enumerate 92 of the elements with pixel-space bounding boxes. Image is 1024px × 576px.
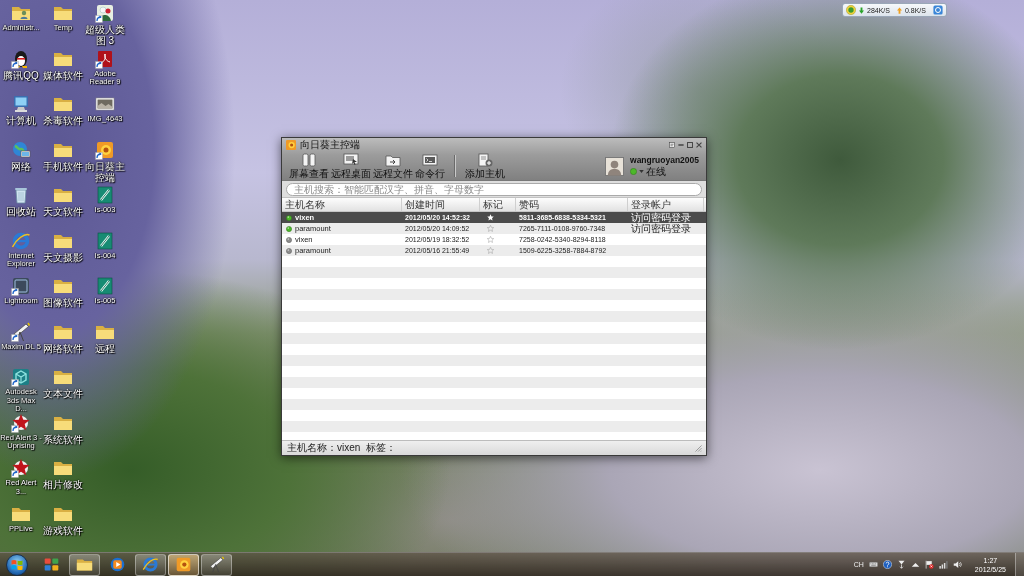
star-emblem-shortcut-icon[interactable] <box>11 458 31 478</box>
search-field[interactable]: 主机搜索：智能匹配汉字、拼音、字母数字 <box>286 182 702 196</box>
column-header[interactable]: 主机名称 <box>282 198 402 211</box>
folder-icon <box>76 556 93 573</box>
icon-label[interactable]: 网络软件 <box>43 342 83 354</box>
terminal-icon <box>422 153 438 167</box>
toolbar-button[interactable]: 添加主机 <box>464 153 506 179</box>
close-icon[interactable] <box>696 142 702 148</box>
icon-label[interactable]: 计算机 <box>6 115 36 126</box>
help-icon[interactable] <box>882 560 892 569</box>
cube-tile-shortcut-icon[interactable] <box>11 367 31 387</box>
ring-tile-icon[interactable] <box>933 5 943 15</box>
star-icon[interactable] <box>487 247 494 254</box>
icon-label[interactable]: 游戏软件 <box>43 524 83 536</box>
note-icon[interactable] <box>669 142 675 148</box>
toolbar-button[interactable]: 远程文件 <box>372 153 414 179</box>
keyboard-icon[interactable] <box>868 560 878 569</box>
upload-arrow-icon <box>896 6 902 14</box>
column-header[interactable]: 登录帐户 <box>628 198 704 211</box>
monitor-cursor-icon <box>343 153 359 167</box>
server-plus-icon <box>477 153 493 167</box>
taskbar-button[interactable] <box>168 553 199 576</box>
icon-label[interactable]: 远程 <box>95 342 115 354</box>
play-icon <box>109 556 126 573</box>
tiles-icon <box>43 556 60 573</box>
star-emblem-shortcut-icon[interactable] <box>11 412 31 433</box>
document-shortcut-icon[interactable] <box>95 48 115 69</box>
icon-label[interactable]: 超级人类图 3 <box>84 24 126 46</box>
icon-label[interactable]: 杀毒软件 <box>43 115 83 126</box>
icon-label[interactable]: 回收站 <box>6 206 36 217</box>
download-arrow-icon <box>859 6 864 14</box>
icon-label[interactable]: 相片修改 <box>43 479 83 490</box>
signal-bars-icon[interactable] <box>938 560 948 569</box>
username: wangruoyan2005 <box>630 155 699 166</box>
taskbar-button[interactable] <box>69 553 100 576</box>
toolbar-button[interactable]: 命令行 <box>414 153 446 179</box>
binoculars-icon <box>301 153 317 167</box>
icon-label[interactable]: 腾讯QQ <box>3 69 39 81</box>
star-icon[interactable] <box>487 214 494 221</box>
monitor-icon[interactable] <box>11 94 31 114</box>
photo-thumbnail-icon[interactable] <box>95 94 115 114</box>
pen-tile-icon[interactable] <box>95 230 115 251</box>
icon-label[interactable]: 向日葵主控端 <box>84 160 126 183</box>
minimize-icon[interactable] <box>678 142 684 148</box>
login-method: 访问密码登录 <box>630 223 692 234</box>
column-header[interactable]: 标记 <box>480 198 516 211</box>
taskbar-button[interactable] <box>201 553 232 576</box>
flag-icon[interactable] <box>924 560 934 569</box>
e-logo-icon <box>142 556 159 573</box>
pane-logo-icon <box>11 558 23 571</box>
speaker-icon[interactable] <box>952 560 962 569</box>
star-icon[interactable] <box>487 236 494 243</box>
pen-tile-icon[interactable] <box>95 185 115 205</box>
icon-label[interactable]: 天文软件 <box>43 206 83 217</box>
column-header[interactable]: 创建时间 <box>402 198 480 211</box>
globe-icon[interactable] <box>11 139 31 160</box>
caret-up-icon[interactable] <box>910 560 920 569</box>
folder-arrow-icon <box>385 153 401 167</box>
status-label[interactable]: 在线 <box>646 166 666 177</box>
sunflower-shortcut-icon[interactable] <box>95 139 115 160</box>
sunflower-icon <box>175 556 192 573</box>
maximize-icon[interactable] <box>687 142 693 148</box>
caret-down-icon[interactable] <box>639 170 644 173</box>
sunflower-icon <box>286 140 296 150</box>
resize-grip-icon[interactable] <box>695 444 702 452</box>
login-method: 访问密码登录 <box>630 212 692 223</box>
icon-label[interactable]: 文本文件 <box>43 388 83 399</box>
icon-label[interactable]: 媒体软件 <box>43 69 83 81</box>
funnel-icon[interactable] <box>896 560 906 569</box>
icon-label[interactable]: 系统软件 <box>43 433 83 445</box>
e-logo-icon[interactable] <box>11 230 31 251</box>
taskbar-button[interactable] <box>135 553 166 576</box>
icon-label[interactable]: 网络 <box>11 160 31 172</box>
icon-label[interactable]: 图像软件 <box>43 297 83 308</box>
round-logo-icon[interactable] <box>846 5 856 15</box>
toolbar-button[interactable]: 屏幕查看 <box>288 153 330 179</box>
window-title: 向日葵主控端 <box>300 139 360 151</box>
app-tile-shortcut-icon[interactable] <box>11 276 31 296</box>
start-button[interactable] <box>6 553 28 576</box>
status-text: 标签： <box>366 442 397 454</box>
flower-shortcut-icon[interactable] <box>95 3 115 23</box>
star-icon[interactable] <box>487 225 494 232</box>
telescope-shortcut-icon[interactable] <box>11 321 31 342</box>
toolbar-button[interactable]: 远程桌面 <box>330 153 372 179</box>
pen-tile-icon[interactable] <box>95 276 115 296</box>
show-desktop-button[interactable] <box>1015 553 1024 576</box>
telescope-icon <box>208 556 225 573</box>
status-text: 主机名称：vixen <box>287 442 361 454</box>
column-header[interactable]: 赞码 <box>516 198 628 211</box>
icon-label[interactable]: 天文摄影 <box>43 251 83 263</box>
icon-label[interactable]: 手机软件 <box>43 160 83 172</box>
user-avatar[interactable] <box>605 156 624 176</box>
